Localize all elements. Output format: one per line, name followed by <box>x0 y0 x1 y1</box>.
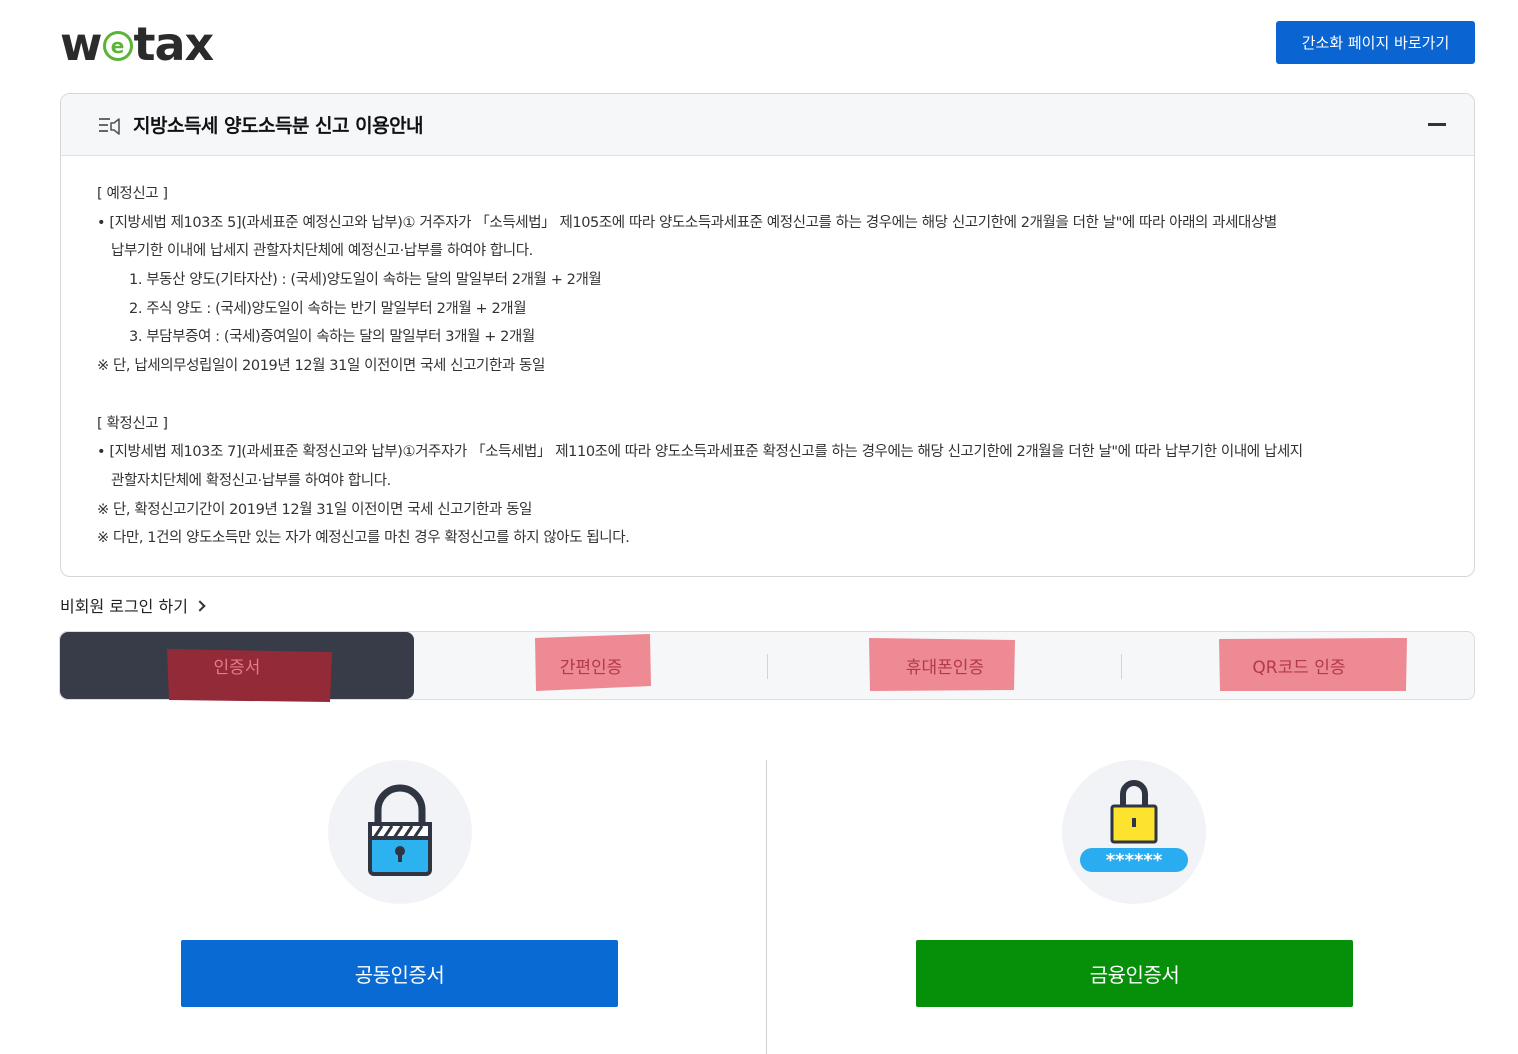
nonmember-login-label: 비회원 로그인 하기 <box>60 597 188 616</box>
tab-certificate-label: 인증서 <box>213 658 261 678</box>
logo-e-ring: e <box>102 31 133 61</box>
collapse-icon[interactable] <box>1428 123 1446 126</box>
notice-list-icon <box>99 117 120 135</box>
column-divider <box>766 760 767 1054</box>
simple-page-button[interactable]: 간소화 페이지 바로가기 <box>1276 21 1475 64</box>
guide-panel: 지방소득세 양도소득분 신고 이용안내 [ 예정신고 ] • [지방세법 제103… <box>60 93 1475 577</box>
tab-certificate[interactable]: 인증서 <box>60 632 414 702</box>
guide-title: 지방소득세 양도소득분 신고 이용안내 <box>133 115 424 137</box>
guide-line: • [지방세법 제103조 7](과세표준 확정신고와 납부)①거주자가 「소득… <box>97 444 1303 461</box>
guide-line: ※ 다만, 1건의 양도소득만 있는 자가 예정신고를 마친 경우 확정신고를 … <box>97 530 630 547</box>
logo-text-tax: tax <box>133 17 215 71</box>
guide-content: [ 예정신고 ] • [지방세법 제103조 5](과세표준 예정신고와 납부)①… <box>61 156 1474 553</box>
guide-line: 2. 주식 양도 : (국세)양도일이 속하는 반기 말일부터 2개월 + 2개… <box>129 300 527 317</box>
guide-line: 1. 부동산 양도(기타자산) : (국세)양도일이 속하는 달의 말일부터 2… <box>129 272 602 289</box>
chevron-right-icon <box>194 600 206 612</box>
password-lock-icon: ****** <box>1080 780 1188 872</box>
financial-certificate-button[interactable]: 금융인증서 <box>916 940 1353 1007</box>
tab-qr-auth[interactable]: QR코드 인증 <box>1122 632 1476 699</box>
nonmember-login-link[interactable]: 비회원 로그인 하기 <box>60 593 206 617</box>
padlock-icon <box>368 784 432 876</box>
guide-line: 3. 부담부증여 : (국세)증여일이 속하는 달의 말일부터 3개월 + 2개… <box>129 329 535 346</box>
guide-line: • [지방세법 제103조 5](과세표준 예정신고와 납부)① 거주자가 「소… <box>97 214 1277 231</box>
joint-cert-icon-circle <box>328 760 472 904</box>
auth-tabs: 인증서 간편인증 휴대폰인증 QR코드 인증 <box>59 631 1476 702</box>
guide-line: 관할자치단체에 확정신고·납부를 하여야 합니다. <box>111 472 391 489</box>
guide-header[interactable]: 지방소득세 양도소득분 신고 이용안내 <box>61 94 1474 156</box>
guide-line: ※ 단, 납세의무성립일이 2019년 12월 31일 이전이면 국세 신고기한… <box>97 358 545 375</box>
guide-line: [ 확정신고 ] <box>97 415 168 432</box>
guide-spacer <box>97 381 1438 410</box>
logo-text-e: e <box>110 34 125 58</box>
tab-qr-auth-label: QR코드 인증 <box>1252 658 1346 678</box>
wetax-logo[interactable]: w e tax <box>60 17 215 71</box>
guide-line: 납부기한 이내에 납세지 관할자치단체에 예정신고·납부를 하여야 합니다. <box>111 243 533 260</box>
guide-line: ※ 단, 확정신고기간이 2019년 12월 31일 이전이면 국세 신고기한과… <box>97 501 533 518</box>
logo-text-w: w <box>60 17 102 71</box>
joint-certificate-button[interactable]: 공동인증서 <box>181 940 618 1007</box>
tab-simple-auth-label: 간편인증 <box>559 658 623 678</box>
tab-mobile-auth-label: 휴대폰인증 <box>905 658 985 678</box>
tab-simple-auth[interactable]: 간편인증 <box>414 632 768 699</box>
finance-cert-icon-circle: ****** <box>1062 760 1206 904</box>
password-mask-text: ****** <box>1106 850 1163 871</box>
guide-line: [ 예정신고 ] <box>97 186 168 202</box>
tab-mobile-auth[interactable]: 휴대폰인증 <box>768 632 1122 699</box>
